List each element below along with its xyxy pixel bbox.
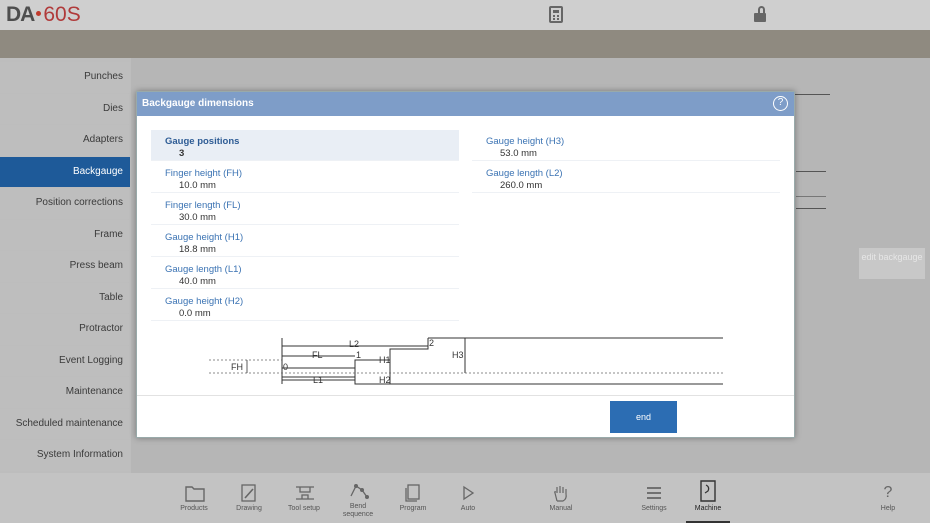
tab-products[interactable]: Products <box>174 473 214 523</box>
field-label: Gauge height (H1) <box>165 232 244 243</box>
tab-bend-sequence[interactable]: Bend sequence <box>336 473 380 523</box>
unlock-icon[interactable] <box>754 6 766 22</box>
field-finger-length[interactable]: Finger length (FL) 30.0 mm <box>151 194 459 225</box>
field-label: Gauge length (L2) <box>486 168 563 179</box>
background-divider <box>796 196 826 197</box>
sidebar-item-protractor[interactable]: Protractor <box>0 314 130 345</box>
sidebar-item-system-information[interactable]: System Information <box>0 440 130 471</box>
sidebar-item-backgauge[interactable]: Backgauge <box>0 156 130 187</box>
sidebar-item-maintenance[interactable]: Maintenance <box>0 377 130 408</box>
field-label: Gauge height (H2) <box>165 296 244 307</box>
field-value: 3 <box>179 148 185 159</box>
diagram-label-1: 1 <box>356 350 361 360</box>
field-gauge-height-h1[interactable]: Gauge height (H1) 18.8 mm <box>151 226 459 257</box>
tab-machine[interactable]: Machine <box>686 473 730 523</box>
field-gauge-height-h2[interactable]: Gauge height (H2) 0.0 mm <box>151 290 459 321</box>
background-divider <box>796 171 826 172</box>
field-value: 40.0 mm <box>179 276 216 287</box>
tab-label: Help <box>880 505 896 512</box>
tab-auto[interactable]: Auto <box>450 473 486 523</box>
dialog-header: Backgauge dimensions ? <box>137 92 794 116</box>
folder-icon <box>184 483 205 503</box>
tab-label: Settings <box>641 505 667 512</box>
sidebar-item-position-corrections[interactable]: Position corrections <box>0 188 130 219</box>
tab-program[interactable]: Program <box>393 473 433 523</box>
tab-label: Machine <box>694 505 722 512</box>
bottom-nav: Products Drawing Tool setup Bend sequenc… <box>0 473 930 523</box>
diagram-label-h3: H3 <box>452 350 464 360</box>
diagram-label-fl: FL <box>312 350 323 360</box>
tab-help[interactable]: ? Help <box>868 473 908 523</box>
tab-label: Program <box>399 505 427 512</box>
diagram-label-l2: L2 <box>349 339 359 349</box>
header-band <box>0 30 930 58</box>
field-value: 10.0 mm <box>179 180 216 191</box>
field-value: 53.0 mm <box>500 148 537 159</box>
field-label: Gauge length (L1) <box>165 264 242 275</box>
pencil-icon <box>239 483 259 503</box>
field-gauge-length-l1[interactable]: Gauge length (L1) 40.0 mm <box>151 258 459 289</box>
tab-tool-setup[interactable]: Tool setup <box>282 473 326 523</box>
backgauge-dimensions-dialog: Backgauge dimensions ? Gauge positions 3… <box>136 91 795 438</box>
field-gauge-positions[interactable]: Gauge positions 3 <box>151 130 459 161</box>
field-gauge-length-l2[interactable]: Gauge length (L2) 260.0 mm <box>472 162 780 193</box>
tab-label: Manual <box>549 505 573 512</box>
logo-brand: DA <box>6 3 35 26</box>
field-label: Gauge height (H3) <box>486 136 565 147</box>
play-icon <box>458 483 478 503</box>
dialog-title: Backgauge dimensions <box>142 98 254 109</box>
calculator-icon[interactable] <box>549 6 563 23</box>
logo-model: 60S <box>43 3 81 26</box>
sidebar-item-dies[interactable]: Dies <box>0 93 130 124</box>
sidebar-item-adapters[interactable]: Adapters <box>0 125 130 156</box>
sidebar-item-frame[interactable]: Frame <box>0 219 130 250</box>
field-label: Finger length (FL) <box>165 200 241 211</box>
tool-setup-icon <box>294 483 314 503</box>
tab-label: Bend sequence <box>342 503 374 518</box>
diagram-label-h1: H1 <box>379 355 391 365</box>
dialog-footer-divider <box>137 395 794 396</box>
background-divider <box>796 208 826 209</box>
machine-icon <box>697 479 719 503</box>
sidebar-item-press-beam[interactable]: Press beam <box>0 251 130 282</box>
sidebar: Punches Dies Adapters Backgauge Position… <box>0 62 130 472</box>
diagram-label-h2: H2 <box>379 375 391 385</box>
help-icon: ? <box>883 484 893 501</box>
sidebar-item-scheduled-maintenance[interactable]: Scheduled maintenance <box>0 408 130 439</box>
list-icon <box>644 483 664 503</box>
field-label: Gauge positions <box>165 136 240 147</box>
diagram-label-fh: FH <box>231 362 243 372</box>
hand-icon <box>551 483 571 503</box>
field-finger-height[interactable]: Finger height (FH) 10.0 mm <box>151 162 459 193</box>
bend-sequence-icon <box>348 481 369 501</box>
diagram-label-0: 0 <box>283 362 288 372</box>
logo: DA 60S <box>6 3 81 27</box>
backgauge-diagram: L2 FL 1 2 H1 H3 FH 0 L1 H2 <box>209 337 723 385</box>
tab-label: Tool setup <box>288 505 320 512</box>
tab-drawing[interactable]: Drawing <box>229 473 269 523</box>
field-label: Finger height (FH) <box>165 168 243 179</box>
diagram-label-2: 2 <box>429 338 434 348</box>
field-gauge-height-h3[interactable]: Gauge height (H3) 53.0 mm <box>472 130 780 161</box>
tab-label: Auto <box>460 505 476 512</box>
sidebar-item-event-logging[interactable]: Event Logging <box>0 345 130 376</box>
edit-backgauge-button[interactable]: edit backgauge <box>859 248 925 279</box>
diagram-label-l1: L1 <box>313 375 323 385</box>
field-value: 260.0 mm <box>500 180 543 191</box>
tab-manual[interactable]: Manual <box>541 473 581 523</box>
field-value: 30.0 mm <box>179 212 216 223</box>
top-bar: DA 60S <box>0 0 930 30</box>
help-button[interactable]: ? <box>773 96 788 111</box>
sidebar-item-punches[interactable]: Punches <box>0 62 130 93</box>
sidebar-item-table[interactable]: Table <box>0 282 130 313</box>
program-icon <box>403 483 423 503</box>
tab-label: Drawing <box>236 505 262 512</box>
field-value: 18.8 mm <box>179 244 216 255</box>
tab-label: Products <box>180 505 208 512</box>
tab-settings[interactable]: Settings <box>634 473 674 523</box>
end-button[interactable]: end <box>610 401 677 433</box>
logo-dot <box>36 10 42 16</box>
field-value: 0.0 mm <box>179 308 211 319</box>
